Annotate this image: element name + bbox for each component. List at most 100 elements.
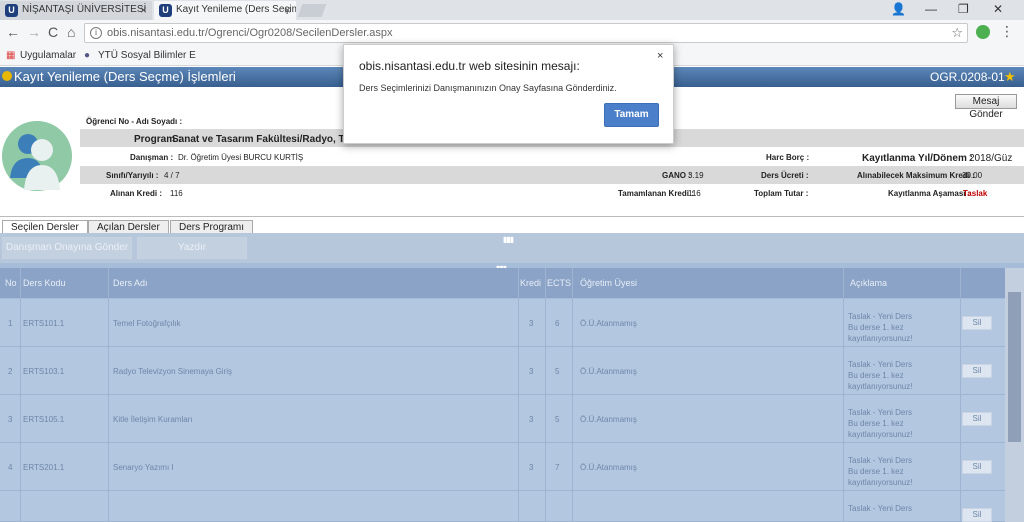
back-icon[interactable]: ← xyxy=(6,24,20,40)
url-text: obis.nisantasi.edu.tr/Ogrenci/Ogr0208/Se… xyxy=(107,27,393,39)
cell-name: Temel Fotoğrafçılık xyxy=(113,319,181,328)
bookmark-ytu[interactable]: YTÜ Sosyal Bilimler E xyxy=(98,50,196,61)
apps-icon: ▦ xyxy=(6,50,16,61)
minimize-icon[interactable]: — xyxy=(925,2,937,16)
university-favicon-icon: U xyxy=(159,4,172,17)
delete-button[interactable]: Sil xyxy=(962,316,992,330)
info-icon[interactable]: i xyxy=(90,27,102,39)
grid-header: No Ders Kodu Ders Adı Kredi ECTS Öğretim… xyxy=(0,268,1005,298)
print-button[interactable]: Yazdır xyxy=(137,237,247,259)
grid-scrollbar[interactable] xyxy=(1005,268,1024,522)
browser-tab-2-title: Kayıt Yenileme (Ders Seçim xyxy=(176,4,296,15)
page-tab-strip: Seçilen Dersler Açılan Dersler Ders Prog… xyxy=(0,216,1024,235)
col-code[interactable]: Ders Kodu xyxy=(23,278,66,288)
cell-name: Kitle İletişim Kuramları xyxy=(113,415,193,424)
delete-button[interactable]: Sil xyxy=(962,364,992,378)
restore-icon[interactable]: ❐ xyxy=(958,2,969,16)
total-label: Toplam Tutar : xyxy=(754,189,809,198)
cell-teacher: Ö.Ü.Atanmamış xyxy=(580,463,637,472)
close-tab-icon[interactable]: × xyxy=(284,3,291,17)
delete-button[interactable]: Sil xyxy=(962,508,992,522)
cell-ects: 5 xyxy=(555,415,560,424)
max-credit-label: Alınabilecek Maksimum Kredi : xyxy=(857,171,975,180)
col-note[interactable]: Açıklama xyxy=(850,278,887,288)
cell-note-3: kayıtlanıyorsunuz! xyxy=(848,382,913,391)
browser-tab-1[interactable]: U NİŞANTAŞI ÜNİVERSİTESİ × xyxy=(0,1,152,20)
cell-no: 2 xyxy=(8,367,13,376)
dialog-title: obis.nisantasi.edu.tr web sitesinin mesa… xyxy=(359,59,580,73)
reload-icon[interactable]: C xyxy=(48,24,58,40)
account-icon[interactable]: 👤 xyxy=(891,2,906,16)
term-label: Kayıtlanma Yıl/Dönem : xyxy=(862,153,973,164)
column-divider xyxy=(108,268,109,522)
harc-label: Harc Borç : xyxy=(766,153,810,162)
col-name[interactable]: Ders Adı xyxy=(113,278,148,288)
table-row[interactable]: Taslak - Yeni Ders Sil xyxy=(0,491,1005,522)
class-value: 4 / 7 xyxy=(164,171,180,180)
send-to-advisor-button[interactable]: Danışman Onayına Gönder xyxy=(2,237,132,259)
forward-icon[interactable]: → xyxy=(27,24,41,40)
send-message-button[interactable]: Mesaj Gönder xyxy=(955,94,1017,120)
close-tab-icon[interactable]: × xyxy=(140,3,147,17)
cell-ects: 7 xyxy=(555,463,560,472)
new-tab-button[interactable] xyxy=(297,4,327,17)
col-credit[interactable]: Kredi xyxy=(520,278,541,288)
scrollbar-thumb[interactable] xyxy=(1008,292,1021,442)
browser-tab-strip: U NİŞANTAŞI ÜNİVERSİTESİ × U Kayıt Yenil… xyxy=(0,0,1024,20)
address-bar[interactable]: i obis.nisantasi.edu.tr/Ogrenci/Ogr0208/… xyxy=(84,23,968,43)
cell-credit: 3 xyxy=(529,367,534,376)
class-label: Sınıfı/Yarıyılı : xyxy=(106,171,159,180)
page-code: OGR.0208-01 xyxy=(930,70,1005,84)
cell-note-2: Bu derse 1. kez xyxy=(848,323,904,332)
taken-credit-value: 116 xyxy=(170,189,183,198)
bookmark-apps[interactable]: Uygulamalar xyxy=(20,50,76,61)
ok-button[interactable]: Tamam xyxy=(604,103,659,127)
student-row-4: Sınıfı/Yarıyılı : 4 / 7 GANO : 3.19 Ders… xyxy=(80,166,1024,184)
cell-note-2: Bu derse 1. kez xyxy=(848,419,904,428)
col-teacher[interactable]: Öğretim Üyesi xyxy=(580,278,637,288)
close-icon[interactable]: × xyxy=(657,50,663,62)
cell-note-1: Taslak - Yeni Ders xyxy=(848,360,913,369)
delete-button[interactable]: Sil xyxy=(962,460,992,474)
cell-note-1: Taslak - Yeni Ders xyxy=(848,456,913,465)
browser-toolbar: ← → C ⌂ i obis.nisantasi.edu.tr/Ogrenci/… xyxy=(0,20,1024,46)
delete-button[interactable]: Sil xyxy=(962,412,992,426)
col-ects[interactable]: ECTS xyxy=(547,278,571,288)
col-no[interactable]: No xyxy=(5,278,17,288)
cell-note-3: kayıtlanıyorsunuz! xyxy=(848,430,913,439)
dialog-message: Ders Seçimlerinizi Danışmanınızın Onay S… xyxy=(359,83,617,93)
program-value: Sanat ve Tasarım Fakültesi/Radyo, Televi… xyxy=(172,134,372,145)
cell-teacher: Ö.Ü.Atanmamış xyxy=(580,367,637,376)
splitter-grip-icon[interactable]: ▮▮▮ xyxy=(503,235,514,244)
cell-code: ERTS201.1 xyxy=(23,463,65,472)
bookmark-star-icon[interactable]: ☆ xyxy=(951,25,963,41)
university-favicon-icon: U xyxy=(5,4,18,17)
cell-note-3: kayıtlanıyorsunuz! xyxy=(848,478,913,487)
advisor-label: Danışman : xyxy=(130,153,174,162)
completed-credit-value: 116 xyxy=(688,189,701,198)
cell-code: ERTS105.1 xyxy=(23,415,65,424)
extension-icon[interactable] xyxy=(976,25,990,39)
table-row[interactable]: 2 ERTS103.1 Radyo Televizyon Sinemaya Gi… xyxy=(0,347,1005,395)
table-row[interactable]: 4 ERTS201.1 Senaryo Yazımı I 3 7 Ö.Ü.Ata… xyxy=(0,443,1005,491)
favorite-star-icon[interactable]: ★ xyxy=(1004,69,1016,85)
avatar xyxy=(2,121,72,191)
column-divider xyxy=(572,268,573,522)
home-icon[interactable]: ⌂ xyxy=(67,24,75,40)
cell-teacher: Ö.Ü.Atanmamış xyxy=(580,319,637,328)
cell-credit: 3 xyxy=(529,463,534,472)
cell-note-2: Bu derse 1. kez xyxy=(848,371,904,380)
cell-name: Senaryo Yazımı I xyxy=(113,463,174,472)
stage-value: Taslak xyxy=(963,189,988,198)
table-row[interactable]: 3 ERTS105.1 Kitle İletişim Kuramları 3 5… xyxy=(0,395,1005,443)
cell-ects: 6 xyxy=(555,319,560,328)
cell-name: Radyo Televizyon Sinemaya Giriş xyxy=(113,367,233,376)
browser-tab-2[interactable]: U Kayıt Yenileme (Ders Seçim × xyxy=(154,1,296,20)
cell-ects: 5 xyxy=(555,367,560,376)
gano-value: 3.19 xyxy=(688,171,704,180)
column-divider xyxy=(545,268,546,522)
term-value: 2018/Güz xyxy=(969,153,1013,164)
menu-icon[interactable]: ⋮ xyxy=(1000,23,1014,40)
table-row[interactable]: 1 ERTS101.1 Temel Fotoğrafçılık 3 6 Ö.Ü.… xyxy=(0,299,1005,347)
close-window-icon[interactable]: ✕ xyxy=(993,2,1003,16)
